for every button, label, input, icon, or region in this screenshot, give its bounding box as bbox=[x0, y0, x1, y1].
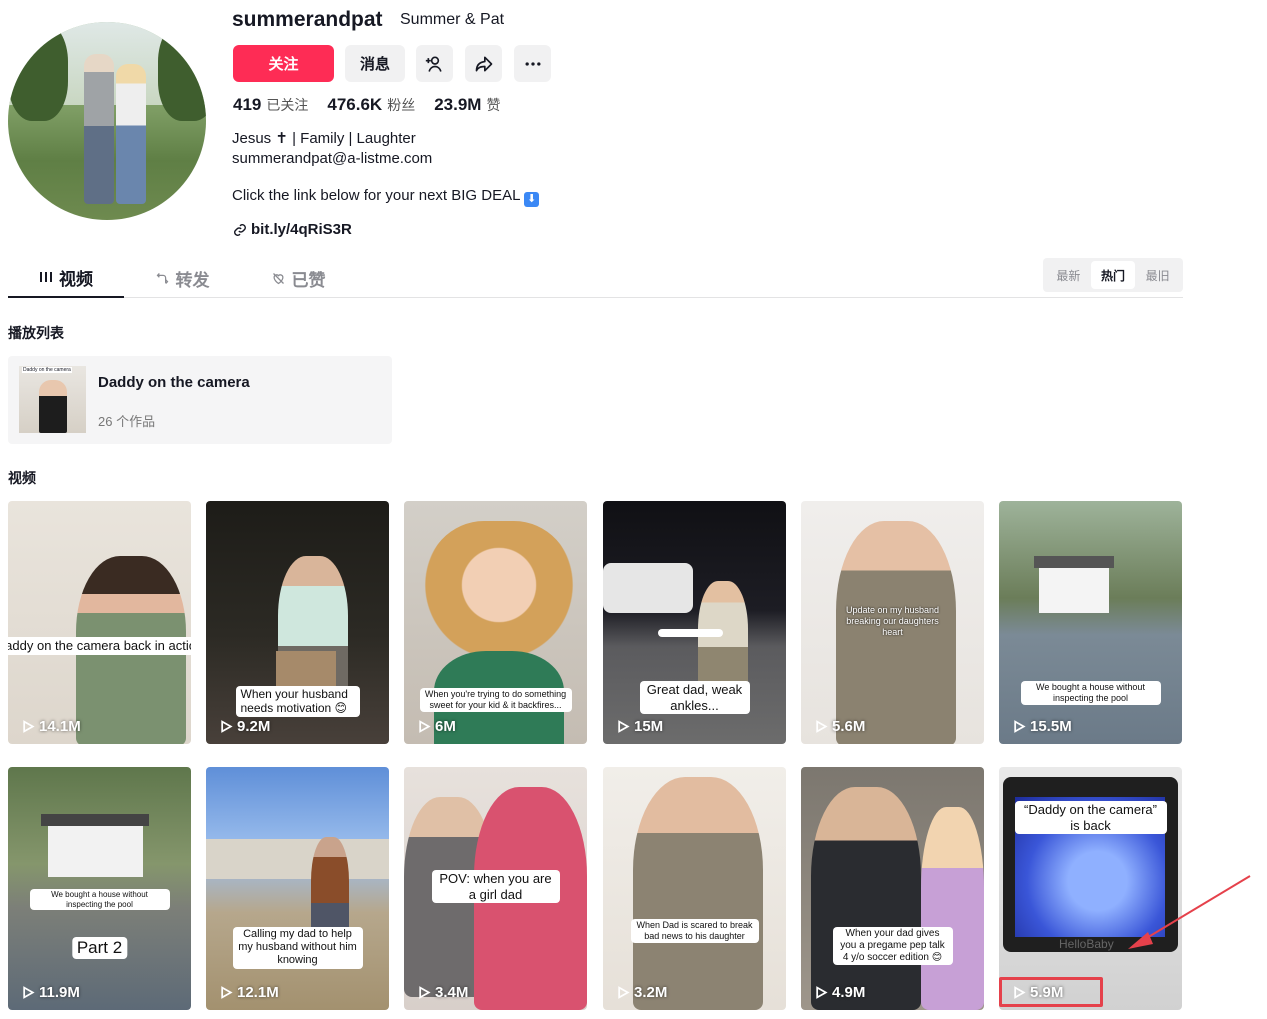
stat-likes: 23.9M 赞 bbox=[434, 95, 501, 114]
liked-icon bbox=[272, 272, 284, 284]
playlist-title: Daddy on the camera bbox=[98, 374, 250, 391]
stat-following[interactable]: 419 已关注 bbox=[233, 95, 308, 115]
monitor-brand-label: HelloBaby bbox=[1059, 937, 1114, 951]
sort-switcher: 最新 热门 最旧 bbox=[1043, 258, 1183, 292]
tab-liked[interactable]: 已赞 bbox=[240, 258, 356, 298]
video-card[interactable]: Daddy on the camera back in action 14.1M bbox=[8, 501, 191, 744]
video-card[interactable]: When your husband needs motivation 😊 9.2… bbox=[206, 501, 389, 744]
sort-oldest[interactable]: 最旧 bbox=[1135, 261, 1180, 289]
video-card[interactable]: Update on my husband breaking our daught… bbox=[801, 501, 984, 744]
playlist-card[interactable]: Daddy on the camera Daddy on the camera … bbox=[8, 356, 392, 444]
playlist-section-title: 播放列表 bbox=[8, 325, 64, 341]
profile-tabs: 视频 转发 已赞 bbox=[8, 258, 1183, 298]
share-button[interactable] bbox=[465, 45, 502, 82]
video-card[interactable]: Great dad, weak ankles... 15M bbox=[603, 501, 786, 744]
play-icon bbox=[221, 720, 233, 733]
message-button[interactable]: 消息 bbox=[345, 45, 405, 82]
play-icon bbox=[419, 986, 431, 999]
profile-avatar[interactable] bbox=[8, 22, 206, 220]
playlist-count: 26 个作品 bbox=[98, 414, 156, 429]
play-icon bbox=[23, 986, 35, 999]
play-icon bbox=[419, 720, 431, 733]
link-icon bbox=[234, 223, 246, 236]
bio-line: summerandpat@a-listme.com bbox=[232, 149, 433, 167]
annotation-arrow-icon bbox=[1128, 875, 1251, 949]
video-card[interactable]: We bought a house without inspecting the… bbox=[8, 767, 191, 1010]
nickname: Summer & Pat bbox=[400, 11, 505, 28]
tab-reposts[interactable]: 转发 bbox=[124, 258, 240, 298]
profile-link[interactable]: bit.ly/4qRiS3R bbox=[233, 221, 352, 238]
grid-icon bbox=[40, 272, 52, 282]
repost-icon bbox=[156, 272, 168, 284]
video-card[interactable]: When you're trying to do something sweet… bbox=[404, 501, 587, 744]
play-icon bbox=[1014, 720, 1026, 733]
share-icon bbox=[475, 56, 492, 71]
play-icon bbox=[816, 720, 828, 733]
video-card[interactable]: Calling my dad to help my husband withou… bbox=[206, 767, 389, 1010]
follow-button[interactable]: 关注 bbox=[233, 45, 334, 82]
add-friend-button[interactable] bbox=[416, 45, 453, 82]
more-button[interactable] bbox=[514, 45, 551, 82]
play-icon bbox=[221, 986, 233, 999]
down-arrow-icon: ⬇ bbox=[524, 192, 540, 207]
play-icon bbox=[618, 720, 630, 733]
username: summerandpat bbox=[232, 8, 383, 31]
videos-section-title: 视频 bbox=[8, 470, 36, 486]
sort-popular[interactable]: 热门 bbox=[1090, 261, 1136, 289]
play-icon bbox=[816, 986, 828, 999]
add-user-icon bbox=[425, 56, 442, 72]
video-card[interactable]: POV: when you are a girl dad 3.4M bbox=[404, 767, 587, 1010]
video-card[interactable]: When Dad is scared to break bad news to … bbox=[603, 767, 786, 1010]
playlist-thumbnail: Daddy on the camera bbox=[19, 366, 86, 433]
more-icon bbox=[525, 61, 540, 66]
highlight-box bbox=[999, 977, 1103, 1007]
bio-line: Jesus ✝ | Family | Laughter bbox=[232, 130, 416, 147]
profile-stats: 419 已关注 476.6K 粉丝 23.9M 赞 bbox=[233, 95, 500, 115]
bio: Jesus ✝ | Family | Laughter summerandpat… bbox=[232, 129, 432, 168]
play-icon bbox=[618, 986, 630, 999]
video-card[interactable]: When your dad gives you a pregame pep ta… bbox=[801, 767, 984, 1010]
stat-followers[interactable]: 476.6K 粉丝 bbox=[327, 95, 415, 115]
tab-videos[interactable]: 视频 bbox=[8, 258, 124, 298]
video-card[interactable]: We bought a house without inspecting the… bbox=[999, 501, 1182, 744]
play-icon bbox=[23, 720, 35, 733]
sort-latest[interactable]: 最新 bbox=[1046, 261, 1091, 289]
bio-line: Click the link below for your next BIG D… bbox=[232, 187, 540, 207]
